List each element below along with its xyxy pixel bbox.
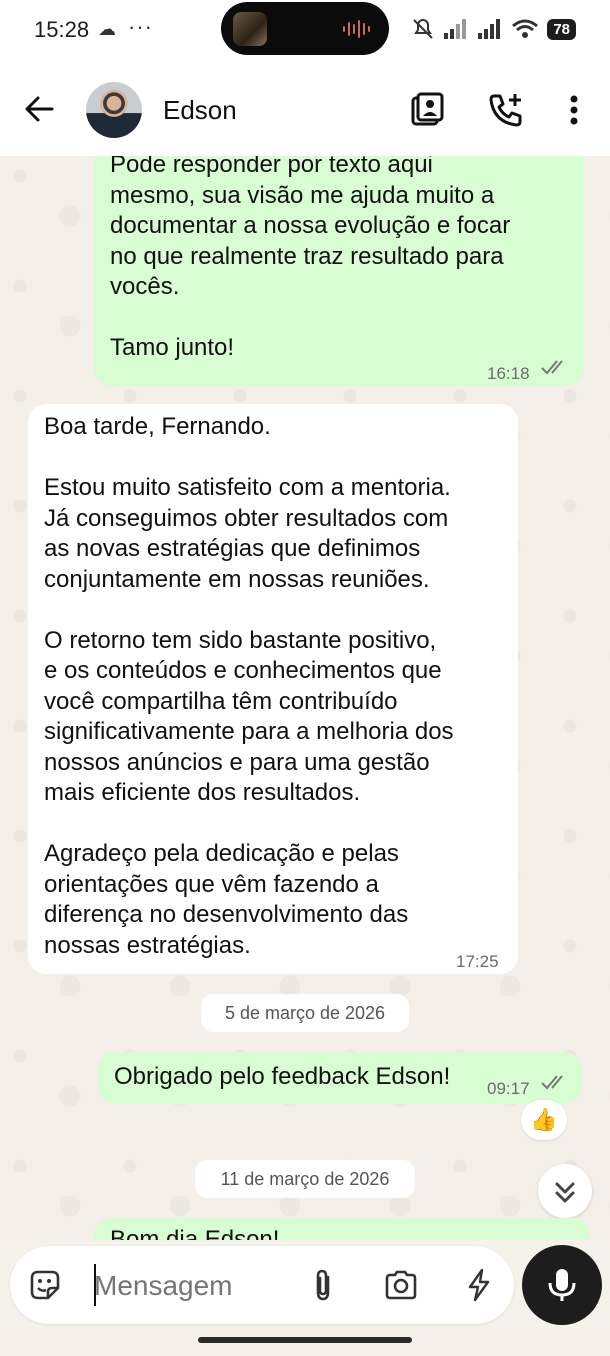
status-more-dots: ···	[128, 14, 153, 39]
contact-name[interactable]: Edson	[163, 95, 237, 126]
signal-icon	[444, 19, 467, 39]
double-chevron-down-icon	[555, 1182, 575, 1203]
camera-icon[interactable]	[384, 1268, 418, 1302]
read-ticks-icon	[541, 1075, 563, 1090]
message-text: Boa tarde, Fernando. Estou muito satisfe…	[44, 413, 454, 959]
message-time: 16:18	[487, 364, 530, 383]
message-input[interactable]	[94, 1266, 294, 1306]
media-thumbnail	[233, 12, 267, 46]
message-text: Pode responder por texto aqui mesmo, sua…	[110, 156, 511, 361]
cloud-icon: ☁	[98, 19, 116, 39]
battery-indicator: 78	[547, 18, 576, 40]
message-time: 17:25	[456, 952, 499, 971]
status-time: 15:28	[34, 17, 90, 42]
message-bubble-outgoing[interactable]: Pode responder por texto aqui mesmo, sua…	[94, 156, 584, 386]
audio-wave-icon	[343, 20, 370, 38]
scroll-to-bottom-button[interactable]	[538, 1164, 592, 1218]
status-bar: 15:28 ☁ ··· 78	[0, 0, 610, 62]
avatar[interactable]	[86, 82, 142, 138]
date-separator: 11 de março de 2026	[195, 1160, 415, 1198]
thumbs-up-reaction[interactable]: 👍	[521, 1100, 567, 1140]
read-ticks-icon	[541, 360, 563, 375]
message-composer	[10, 1246, 514, 1324]
message-text: Obrigado pelo feedback Edson!	[114, 1063, 451, 1090]
message-bubble-incoming[interactable]: Boa tarde, Fernando. Estou muito satisfe…	[28, 404, 518, 974]
message-bubble-outgoing[interactable]: Bom dia Edson!	[94, 1218, 590, 1240]
microphone-icon	[548, 1269, 576, 1301]
message-time: 09:17	[487, 1079, 530, 1098]
message-text: Bom dia Edson!	[110, 1226, 280, 1240]
back-arrow-icon[interactable]	[22, 92, 56, 126]
paperclip-icon[interactable]	[306, 1268, 340, 1302]
wifi-icon	[512, 19, 539, 38]
voice-record-button[interactable]	[522, 1245, 602, 1325]
add-call-icon[interactable]	[488, 92, 524, 128]
video-call-icon[interactable]	[409, 92, 445, 128]
message-bubble-outgoing[interactable]: Obrigado pelo feedback Edson! 09:17	[98, 1052, 582, 1104]
sticker-icon[interactable]	[28, 1268, 62, 1302]
chat-header: Edson	[0, 62, 610, 156]
chat-area[interactable]: Pode responder por texto aqui mesmo, sua…	[0, 156, 610, 1240]
more-options-icon[interactable]	[556, 92, 592, 128]
status-indicators: 78	[411, 14, 576, 44]
muted-bell-icon	[413, 18, 434, 39]
signal-icon-2	[478, 19, 501, 39]
lightning-icon[interactable]	[462, 1268, 496, 1302]
dynamic-island[interactable]	[221, 2, 389, 55]
home-indicator[interactable]	[198, 1337, 412, 1343]
date-separator: 5 de março de 2026	[201, 994, 409, 1032]
